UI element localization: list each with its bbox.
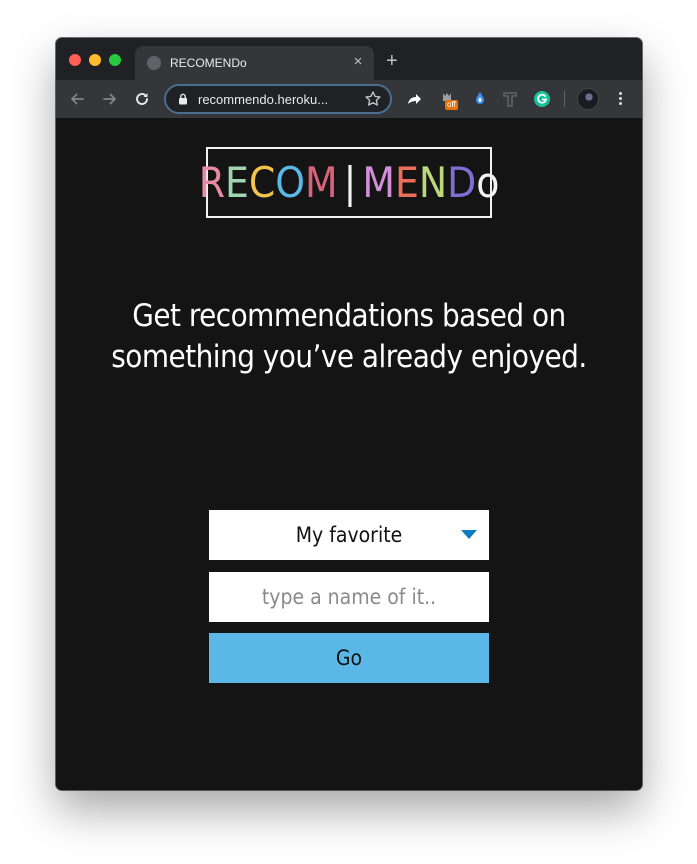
page-content: R E C O M | M E N Do Get recommendations based on… — [56, 118, 642, 790]
back-arrow-icon[interactable] — [66, 88, 88, 110]
new-tab-button[interactable]: + — [386, 51, 398, 71]
logo-letter: E — [224, 157, 249, 207]
toolbar-divider — [564, 91, 565, 107]
browser-tab[interactable]: RECOMENDo × — [135, 46, 374, 80]
extension-badge: off — [445, 100, 458, 110]
forward-arrow-icon[interactable] — [99, 88, 121, 110]
category-select[interactable]: My favorite — [209, 510, 489, 560]
logo-letter: C — [248, 157, 276, 207]
close-window-button[interactable] — [69, 54, 81, 66]
logo-letter: N — [418, 157, 448, 207]
logo-letter: O — [275, 157, 305, 207]
tab-title: RECOMENDo — [170, 56, 247, 70]
page-tagline: Get recommendations based on something y… — [56, 296, 642, 378]
category-select-value: My favorite — [295, 523, 403, 547]
address-bar[interactable]: recommendo.heroku... — [164, 84, 392, 114]
logo-letter: M — [362, 157, 395, 207]
t-extension-icon[interactable] — [500, 89, 520, 109]
logo-letter: R — [198, 157, 225, 207]
logo-letter: o — [476, 157, 500, 207]
browser-window: RECOMENDo × + recommendo.heroku... off R… — [56, 38, 642, 790]
tab-strip: RECOMENDo × + — [56, 38, 642, 80]
browser-toolbar: recommendo.heroku... off — [56, 80, 642, 118]
go-button[interactable]: Go — [209, 633, 489, 683]
tab-close-button[interactable]: × — [350, 54, 366, 70]
share-arrow-extension-icon[interactable] — [404, 89, 424, 109]
more-menu-icon[interactable] — [612, 90, 628, 108]
minimize-window-button[interactable] — [89, 54, 101, 66]
honey-extension-icon[interactable]: off — [437, 89, 458, 110]
maximize-window-button[interactable] — [109, 54, 121, 66]
name-input[interactable] — [209, 572, 489, 622]
reload-icon[interactable] — [131, 88, 153, 110]
tagline-line-2: something you’ve already enjoyed. — [111, 339, 587, 375]
bookmark-star-icon[interactable] — [364, 90, 382, 108]
tagline-line-1: Get recommendations based on — [132, 298, 566, 334]
grammarly-icon[interactable] — [532, 89, 552, 109]
droplet-extension-icon[interactable] — [470, 89, 490, 109]
logo-letter: D — [447, 157, 477, 207]
logo-separator: | — [343, 157, 357, 207]
logo-letter: M — [304, 157, 338, 207]
profile-avatar[interactable] — [577, 88, 599, 110]
logo-letter: E — [394, 157, 419, 207]
url-text: recommendo.heroku... — [198, 92, 329, 107]
lock-icon — [179, 93, 187, 105]
globe-icon — [147, 56, 161, 70]
chevron-down-icon — [461, 530, 477, 539]
recomendo-logo: R E C O M | M E N Do — [199, 147, 499, 218]
